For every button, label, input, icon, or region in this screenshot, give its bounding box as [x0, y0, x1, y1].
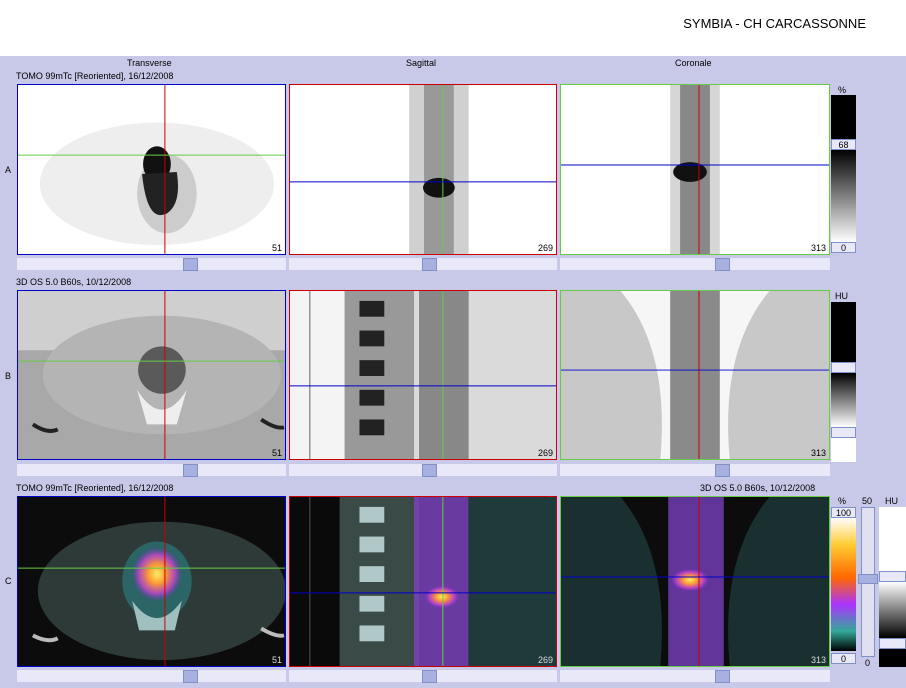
colorbar-a-min[interactable]: 0	[831, 242, 856, 253]
slider-thumb[interactable]	[183, 464, 198, 477]
colorbar-c-ct-gradient[interactable]	[879, 582, 906, 638]
coronal-b-slider[interactable]	[560, 464, 830, 477]
colorbar-b-unit: HU	[835, 291, 848, 301]
column-header-transverse: Transverse	[127, 58, 172, 68]
colorbar-c-ct-top	[879, 507, 906, 571]
blend-slider-thumb[interactable]	[858, 574, 878, 584]
colorbar-b-bottom	[831, 438, 856, 462]
coronal-fusion-view[interactable]: 313	[560, 496, 830, 667]
slider-thumb[interactable]	[422, 670, 437, 683]
slice-number-sagittal: 269	[537, 243, 553, 253]
colorbar-c-min[interactable]: 0	[831, 653, 856, 664]
row-b-series-label: 3D OS 5.0 B60s, 10/12/2008	[16, 277, 132, 287]
slice-number-sagittal-fusion: 269	[537, 655, 553, 665]
colorbar-c-ct-max-box[interactable]	[879, 571, 906, 582]
colorbar-b-top	[831, 302, 856, 362]
sagittal-b-slider[interactable]	[289, 464, 557, 477]
slice-number-coronal-fusion: 313	[810, 655, 826, 665]
colorbar-c-max[interactable]: 100	[831, 507, 856, 518]
sagittal-ct-view[interactable]: 269	[289, 290, 557, 460]
title-bar: SYMBIA - CH CARCASSONNE	[0, 0, 906, 56]
colorbar-a-top	[831, 95, 856, 139]
colorbar-b-gradient[interactable]	[831, 373, 856, 427]
colorbar-a-unit: %	[838, 85, 847, 95]
slider-thumb[interactable]	[715, 464, 730, 477]
row-c-series-label-right: 3D OS 5.0 B60s, 10/12/2008	[700, 483, 816, 493]
coronal-c-slider[interactable]	[560, 670, 830, 683]
blend-min: 0	[865, 658, 871, 668]
sagittal-c-slider[interactable]	[289, 670, 557, 683]
column-header-coronal: Coronale	[675, 58, 712, 68]
sagittal-spect-view[interactable]: 269	[289, 84, 557, 255]
colorbar-c-ct-unit: HU	[885, 496, 898, 506]
colorbar-c-unit: %	[838, 496, 847, 506]
row-a-series-label: TOMO 99mTc [Reoriented], 16/12/2008	[16, 71, 174, 81]
colorbar-a-gradient[interactable]	[831, 150, 856, 242]
row-c-series-label-left: TOMO 99mTc [Reoriented], 16/12/2008	[16, 483, 174, 493]
coronal-spect-view[interactable]: 313	[560, 84, 830, 255]
sagittal-a-slider[interactable]	[289, 258, 557, 271]
coronal-ct-view[interactable]: 313	[560, 290, 830, 460]
slice-number-transverse-ct: 51	[271, 448, 282, 458]
slider-thumb[interactable]	[183, 670, 198, 683]
transverse-c-slider[interactable]	[17, 670, 286, 683]
blend-value: 50	[862, 496, 873, 506]
transverse-ct-view[interactable]: 51	[17, 290, 286, 460]
transverse-b-slider[interactable]	[17, 464, 286, 477]
colorbar-a-max[interactable]: 68	[831, 139, 856, 150]
colorbar-b-min-box[interactable]	[831, 427, 856, 438]
transverse-fusion-view[interactable]: 51	[17, 496, 286, 667]
transverse-a-slider[interactable]	[17, 258, 286, 271]
colorbar-c-ct-bottom	[879, 649, 906, 667]
slider-thumb[interactable]	[422, 464, 437, 477]
colorbar-c-ct-min-box[interactable]	[879, 638, 906, 649]
sagittal-fusion-view[interactable]: 269	[289, 496, 557, 667]
slice-number-coronal-ct: 313	[810, 448, 826, 458]
slice-number-transverse: 51	[271, 243, 282, 253]
colorbar-b-max-box[interactable]	[831, 362, 856, 373]
row-a-letter: A	[5, 165, 12, 175]
colorbar-c-gradient[interactable]	[831, 518, 856, 651]
row-c-letter: C	[5, 576, 12, 586]
slice-number-sagittal-ct: 269	[537, 448, 553, 458]
viewer-area: Transverse Sagittal Coronale TOMO 99mTc …	[0, 56, 906, 688]
institution-title: SYMBIA - CH CARCASSONNE	[683, 16, 866, 31]
coronal-a-slider[interactable]	[560, 258, 830, 271]
column-header-sagittal: Sagittal	[406, 58, 437, 68]
slider-thumb[interactable]	[183, 258, 198, 271]
blend-slider[interactable]	[858, 507, 878, 657]
transverse-spect-view[interactable]: 51	[17, 84, 286, 255]
row-b-letter: B	[5, 371, 12, 381]
slice-number-transverse-fusion: 51	[271, 655, 282, 665]
slider-thumb[interactable]	[715, 258, 730, 271]
slider-thumb[interactable]	[715, 670, 730, 683]
slider-thumb[interactable]	[422, 258, 437, 271]
slice-number-coronal: 313	[810, 243, 826, 253]
